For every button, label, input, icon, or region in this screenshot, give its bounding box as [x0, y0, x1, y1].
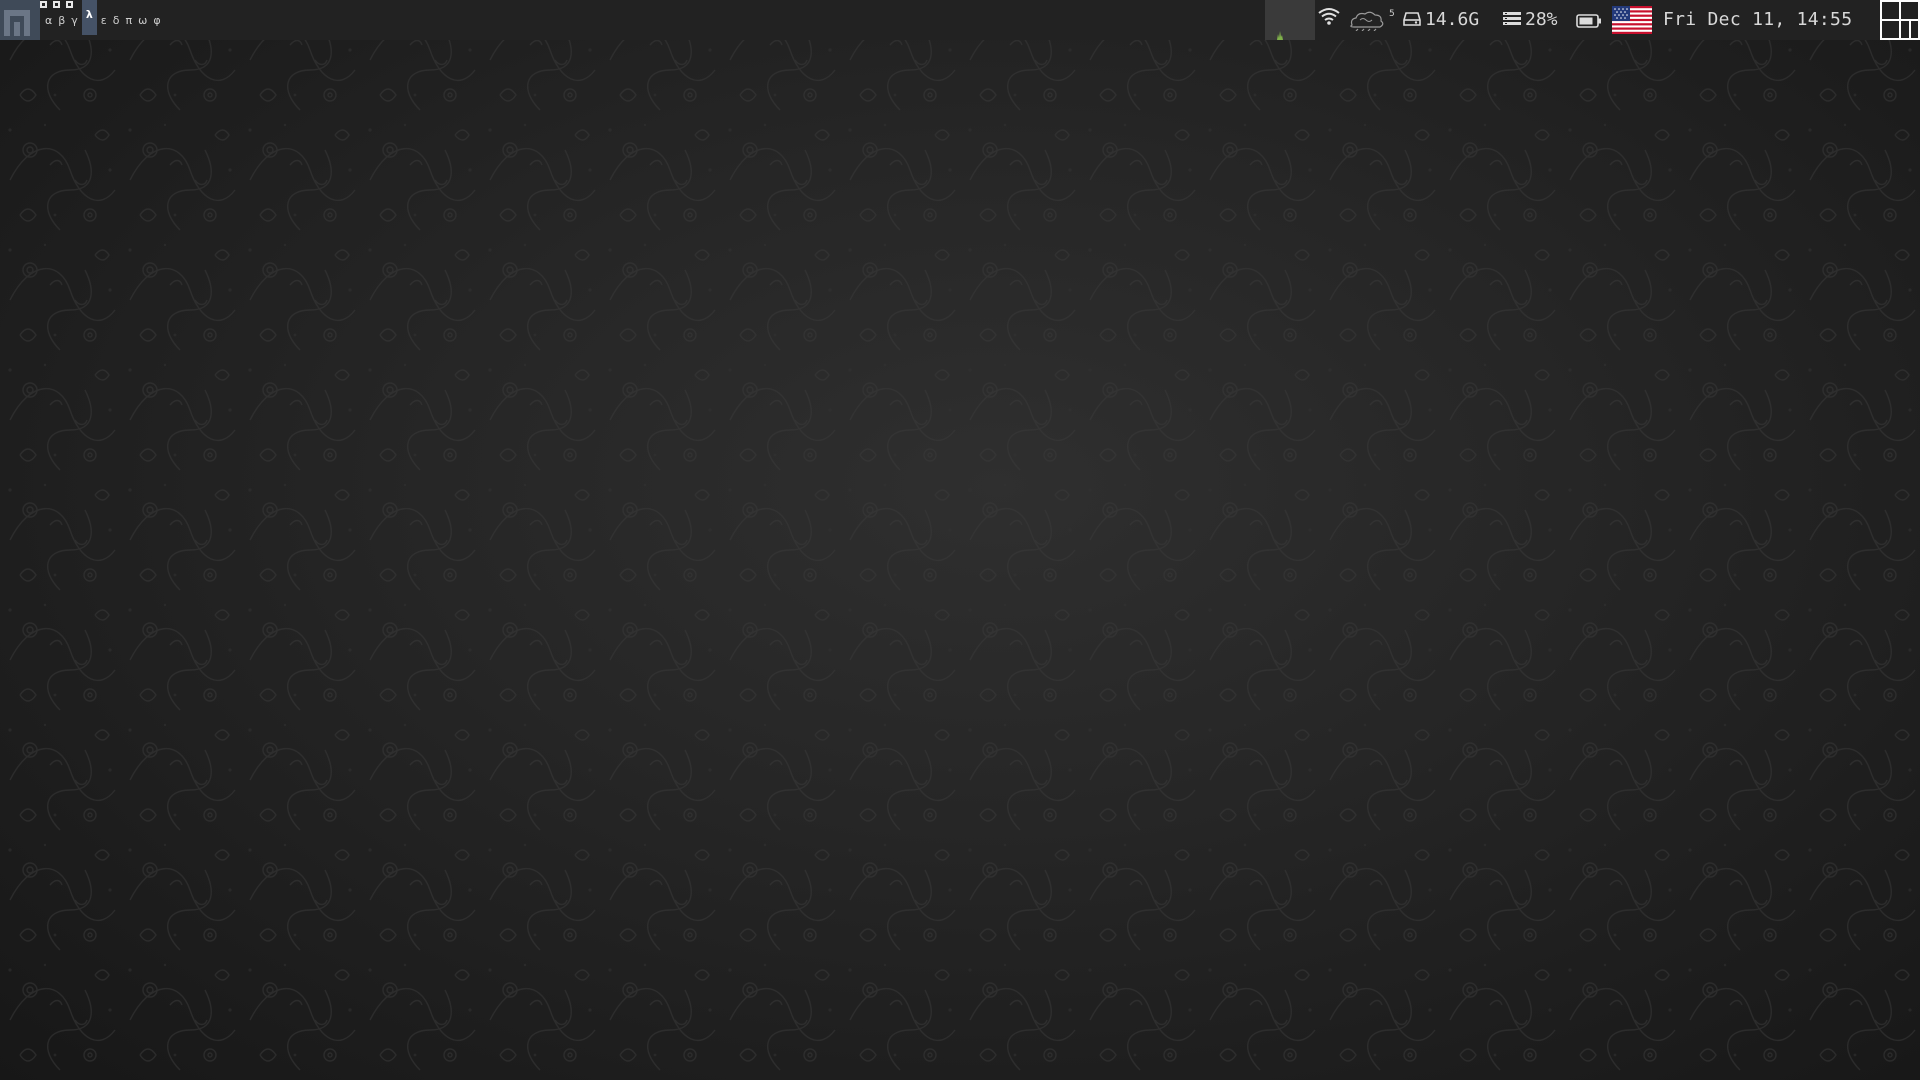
tile-layout-icon[interactable]	[1880, 0, 1920, 40]
distro-logo-icon[interactable]	[0, 0, 40, 40]
desktop-wallpaper	[0, 0, 1920, 1080]
tag-pi[interactable]: π	[122, 12, 135, 30]
tag-gamma[interactable]: γ	[68, 12, 81, 30]
tag-list: α β γ λ ε δ π ω φ	[42, 0, 164, 35]
wifi-icon[interactable]	[1318, 6, 1340, 30]
tag-lambda-active[interactable]: λ	[81, 0, 97, 35]
workspace-indicator[interactable]	[53, 1, 60, 8]
tag-beta[interactable]: β	[55, 12, 68, 30]
memory-icon	[1502, 11, 1522, 31]
clock[interactable]: Fri Dec 11, 14:55	[1663, 0, 1852, 40]
weather-icon[interactable]	[1346, 7, 1388, 35]
workspace-indicator[interactable]	[66, 1, 73, 8]
workspace-indicator[interactable]	[40, 1, 47, 8]
workspace-indicators	[40, 1, 73, 8]
tag-phi[interactable]: φ	[150, 12, 163, 30]
network-graph	[1265, 0, 1315, 40]
tag-omega[interactable]: ω	[135, 12, 150, 30]
tag-alpha[interactable]: α	[42, 12, 55, 30]
disk-icon	[1403, 11, 1421, 31]
battery-icon[interactable]	[1576, 13, 1602, 32]
floral-pattern	[0, 0, 1920, 1080]
disk-free-text: 14.6G	[1425, 9, 1480, 30]
us-flag-icon[interactable]	[1612, 6, 1652, 38]
tag-epsilon[interactable]: ε	[98, 12, 110, 30]
memory-usage-text: 28%	[1525, 9, 1558, 30]
top-panel: α β γ λ ε δ π ω φ 5 14.6G 28% Fri Dec 11…	[0, 0, 1920, 40]
weather-value: 5	[1389, 9, 1395, 19]
tag-delta[interactable]: δ	[110, 12, 123, 30]
